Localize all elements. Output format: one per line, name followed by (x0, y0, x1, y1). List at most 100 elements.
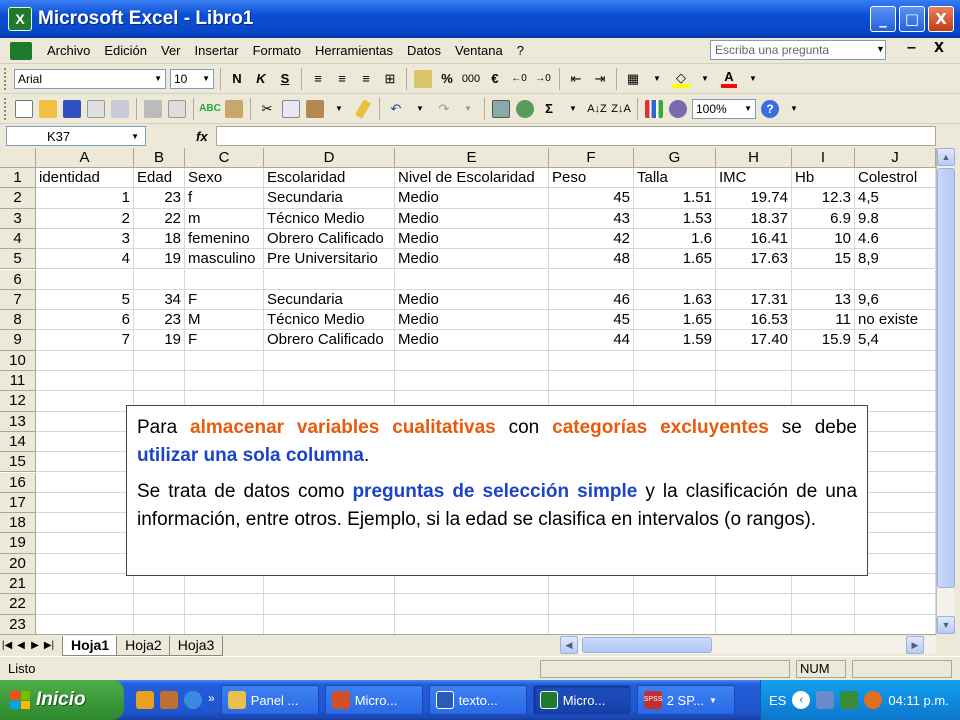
next-sheet-icon[interactable]: ▶ (28, 640, 42, 651)
row-header[interactable]: 21 (0, 574, 36, 595)
cell[interactable] (395, 594, 549, 615)
drawing-icon[interactable] (667, 98, 689, 120)
cell[interactable] (549, 574, 634, 595)
cell[interactable]: 15 (792, 249, 855, 270)
cell[interactable]: 13 (792, 289, 855, 311)
cell[interactable] (36, 594, 134, 615)
column-header-a[interactable]: A (36, 148, 134, 168)
cell[interactable]: 19.74 (716, 188, 792, 209)
cell[interactable] (855, 574, 936, 595)
cell[interactable] (36, 411, 134, 432)
cell[interactable]: 6.9 (792, 208, 855, 229)
cell[interactable]: Técnico Medio (264, 310, 395, 331)
column-header-d[interactable]: D (264, 148, 395, 168)
cell[interactable]: Colestrol (855, 168, 936, 189)
cell[interactable]: 22 (134, 208, 185, 229)
cell[interactable]: 9.8 (855, 208, 936, 229)
cell[interactable] (855, 350, 936, 371)
cell[interactable]: 44 (549, 330, 634, 351)
cell[interactable]: 17.40 (716, 330, 792, 351)
cell[interactable] (185, 574, 264, 595)
column-header-g[interactable]: G (634, 148, 716, 168)
cell[interactable]: 23 (134, 188, 185, 209)
cell[interactable]: 1.65 (634, 310, 716, 331)
cell[interactable] (134, 269, 185, 290)
align-center-icon[interactable]: ≡ (331, 68, 353, 90)
thousands-button[interactable]: 000 (460, 68, 482, 90)
cell[interactable] (549, 269, 634, 290)
euro-button[interactable]: € (484, 68, 506, 90)
cell[interactable]: Secundaria (264, 289, 395, 311)
cell[interactable]: 1 (36, 188, 134, 209)
cell[interactable]: 7 (36, 330, 134, 351)
cell[interactable] (36, 492, 134, 514)
cell[interactable] (792, 614, 855, 634)
cell[interactable] (36, 614, 134, 634)
cell[interactable]: Obrero Calificado (264, 330, 395, 351)
cell[interactable]: 4,5 (855, 188, 936, 209)
cell[interactable] (185, 614, 264, 634)
cell[interactable] (134, 350, 185, 371)
tab-hoja2[interactable]: Hoja2 (116, 635, 171, 656)
currency-icon[interactable] (412, 68, 434, 90)
cell[interactable] (36, 391, 134, 412)
cell[interactable]: 5,4 (855, 330, 936, 351)
zoom-select[interactable]: 100% ▼ (692, 98, 756, 119)
menu-archivo[interactable]: Archivo (40, 43, 97, 58)
row-header[interactable]: 6 (0, 269, 36, 290)
cell[interactable] (36, 513, 134, 534)
italic-button[interactable]: K (250, 68, 272, 90)
cell[interactable]: F (185, 289, 264, 311)
tray-icon[interactable] (840, 691, 859, 709)
cell[interactable]: 42 (549, 228, 634, 250)
scroll-thumb[interactable] (937, 168, 955, 588)
cell[interactable]: 1.53 (634, 208, 716, 229)
sort-ascending-icon[interactable]: A↓Z (586, 98, 608, 120)
cell[interactable]: 10 (792, 228, 855, 250)
last-sheet-icon[interactable]: ▶| (42, 640, 56, 651)
cell[interactable]: Medio (395, 249, 549, 270)
print-icon[interactable] (142, 98, 164, 120)
cell[interactable]: Edad (134, 168, 185, 189)
menu-insertar[interactable]: Insertar (188, 43, 246, 58)
column-header-f[interactable]: F (549, 148, 634, 168)
cell[interactable] (134, 614, 185, 634)
quicklaunch-icon[interactable] (136, 691, 154, 709)
column-header-e[interactable]: E (395, 148, 549, 168)
cell[interactable]: Talla (634, 168, 716, 189)
cell[interactable] (134, 574, 185, 595)
help-search-input[interactable]: Escriba una pregunta (710, 40, 886, 60)
task-spss[interactable]: SPSS 2 SP... ▼ (636, 685, 735, 715)
cell[interactable] (36, 472, 134, 493)
cell[interactable] (549, 614, 634, 634)
cell[interactable] (792, 574, 855, 595)
row-header[interactable]: 7 (0, 289, 36, 311)
cell[interactable]: 3 (36, 228, 134, 250)
cell[interactable]: Medio (395, 188, 549, 209)
chevron-down-icon[interactable]: ▼ (646, 68, 668, 90)
maximize-button[interactable]: □ (899, 6, 925, 32)
cell[interactable] (792, 371, 855, 392)
quicklaunch-chevron-icon[interactable]: » (208, 691, 215, 709)
cell[interactable] (634, 594, 716, 615)
hyperlink-icon[interactable] (490, 98, 512, 120)
row-header[interactable]: 10 (0, 350, 36, 371)
print-preview-icon[interactable] (166, 98, 188, 120)
cell[interactable]: Hb (792, 168, 855, 189)
row-header[interactable]: 3 (0, 208, 36, 229)
cell[interactable] (716, 269, 792, 290)
cell[interactable]: 46 (549, 289, 634, 311)
paste-icon[interactable] (304, 98, 326, 120)
cell[interactable]: 4.6 (855, 228, 936, 250)
cell[interactable] (855, 269, 936, 290)
cell[interactable]: Pre Universitario (264, 249, 395, 270)
scroll-right-icon[interactable]: ▶ (906, 636, 924, 654)
cell[interactable] (855, 371, 936, 392)
increase-decimal-icon[interactable]: ←0 (508, 68, 530, 90)
menu-formato[interactable]: Formato (246, 43, 308, 58)
cell[interactable] (716, 350, 792, 371)
cell[interactable] (395, 574, 549, 595)
bold-button[interactable]: N (226, 68, 248, 90)
cell[interactable] (792, 594, 855, 615)
network-icon[interactable] (816, 691, 835, 709)
